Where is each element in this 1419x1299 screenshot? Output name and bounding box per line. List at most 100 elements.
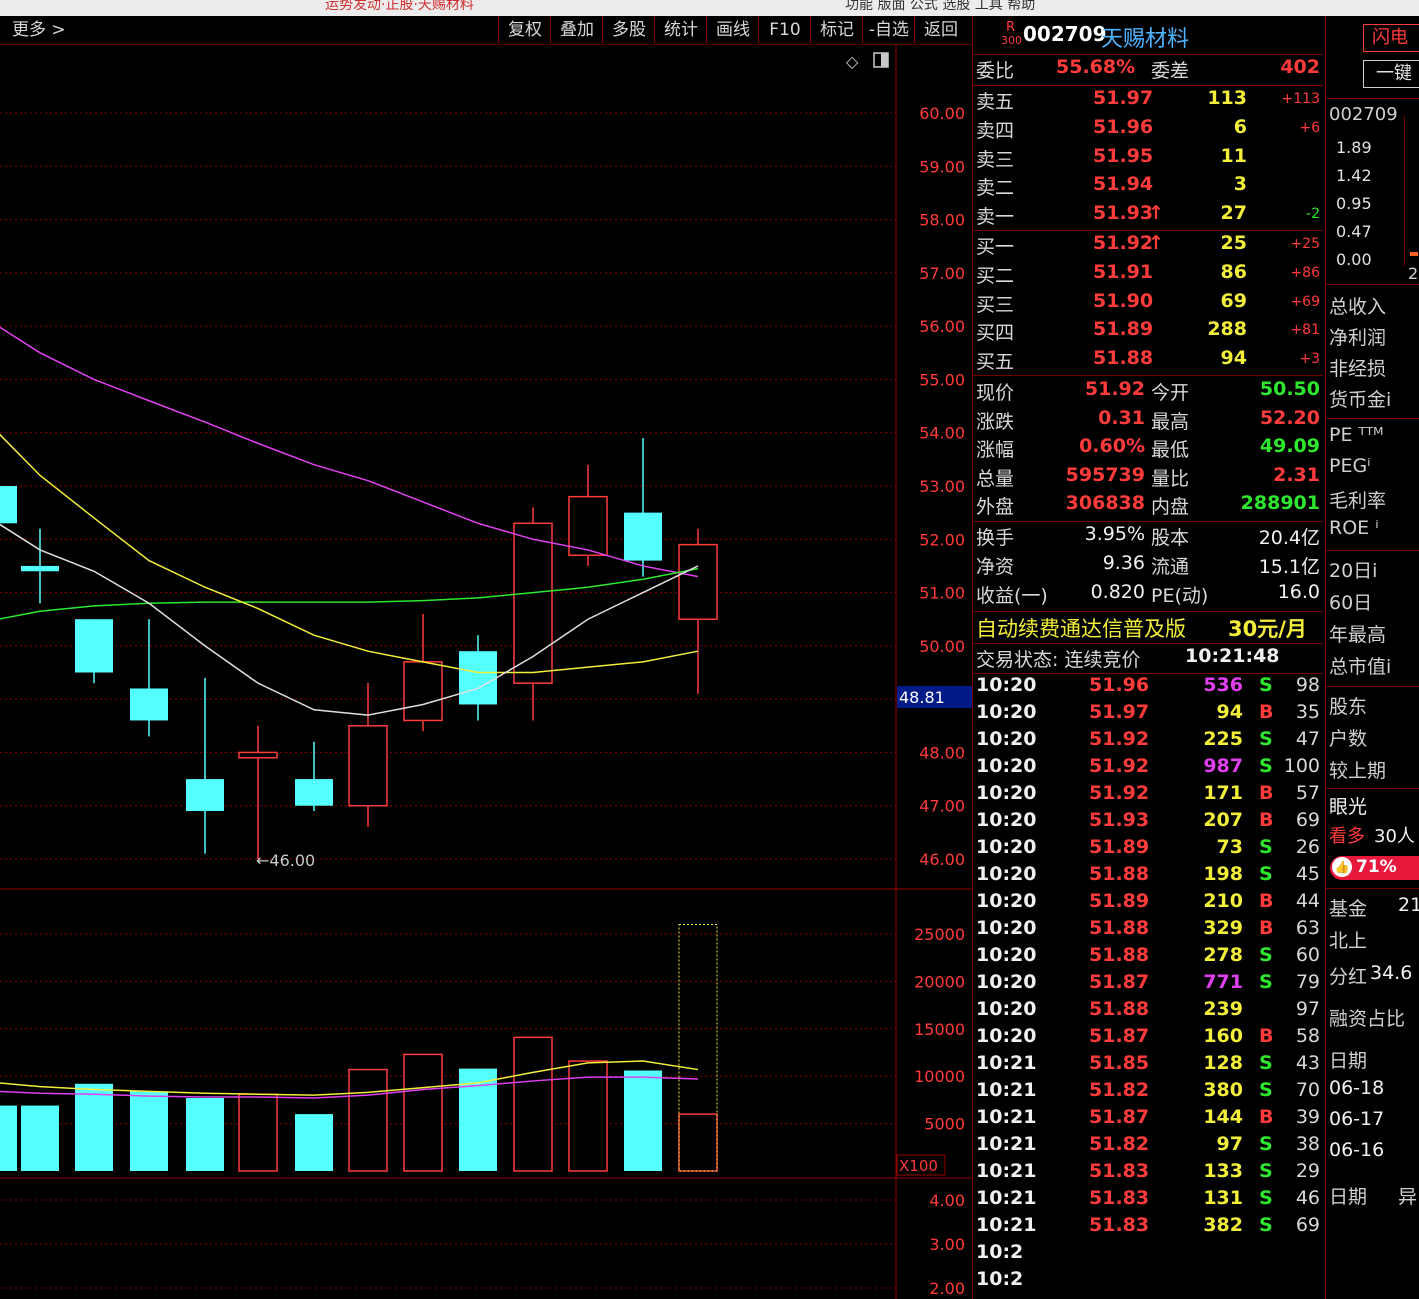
tick-row[interactable]: 10:20 51.87 771 S 79 bbox=[973, 971, 1323, 999]
ask-volume: 27 bbox=[1220, 202, 1247, 225]
more-button[interactable]: 更多 > bbox=[0, 16, 82, 44]
ask-price: 51.93 bbox=[1093, 202, 1154, 225]
diamond-icon[interactable]: ◇ bbox=[846, 52, 859, 71]
tick-count: 39 bbox=[1295, 1106, 1320, 1128]
period-label-3: 总市值i bbox=[1329, 656, 1392, 678]
date-header-2: 日期 bbox=[1329, 1186, 1368, 1208]
tick-price: 51.88 bbox=[1089, 998, 1150, 1020]
tick-row[interactable]: 10:21 51.83 131 S 46 bbox=[973, 1187, 1323, 1215]
tick-row[interactable]: 10:21 51.83 133 S 29 bbox=[973, 1160, 1323, 1188]
layout-icon-half bbox=[881, 53, 888, 67]
tick-volume: 207 bbox=[1203, 809, 1243, 831]
toolbar-button-5[interactable]: F10 bbox=[758, 16, 811, 44]
tick-row[interactable]: 10:20 51.93 207 B 69 bbox=[973, 809, 1323, 837]
promo-text[interactable]: 自动续费通达信普及版 bbox=[976, 613, 1186, 643]
promo-price[interactable]: 30元/月 bbox=[1228, 613, 1307, 643]
volume-bar bbox=[624, 1070, 662, 1171]
bid-row[interactable]: 买四 51.89 288 +81 bbox=[973, 318, 1323, 346]
bid-volume: 86 bbox=[1220, 260, 1247, 283]
toolbar-button-8[interactable]: 返回 bbox=[914, 16, 967, 44]
ask-volume: 113 bbox=[1207, 87, 1247, 109]
fin-label-0: 总收入 bbox=[1329, 296, 1387, 318]
stat-value: 0.820 bbox=[1090, 581, 1145, 603]
price-axis-tick: 51.00 bbox=[919, 584, 965, 603]
ask-row[interactable]: 卖一 51.93 ↑ 27 -2 bbox=[973, 202, 1323, 230]
tick-row[interactable]: 10:2 bbox=[973, 1268, 1323, 1296]
tick-row[interactable]: 10:21 51.82 97 S 38 bbox=[973, 1133, 1323, 1161]
price-axis-tick: 54.00 bbox=[919, 424, 965, 443]
tick-row[interactable]: 10:20 51.96 536 S 98 bbox=[973, 674, 1323, 702]
tick-row[interactable]: 10:20 51.89 73 S 26 bbox=[973, 836, 1323, 864]
tick-row[interactable]: 10:21 51.87 144 B 39 bbox=[973, 1106, 1323, 1134]
tick-row[interactable]: 10:20 51.92 171 B 57 bbox=[973, 782, 1323, 810]
tick-volume: 160 bbox=[1203, 1025, 1243, 1047]
tick-time: 10:20 bbox=[976, 971, 1037, 993]
side-info-panel: 闪电 一键 002709 1.89 1.42 0.95 0.47 0.00 2 总收入 净利润… bbox=[1325, 16, 1419, 1299]
tick-row[interactable]: 10:20 51.92 987 S 100 bbox=[973, 755, 1323, 783]
ask-row[interactable]: 卖四 51.96 6 +6 bbox=[973, 116, 1323, 144]
tick-side: B bbox=[1259, 1025, 1274, 1047]
bid-row[interactable]: 买二 51.91 86 +86 bbox=[973, 261, 1323, 289]
toolbar-button-3[interactable]: 统计 bbox=[654, 16, 707, 44]
toolbar-button-2[interactable]: 多股 bbox=[602, 16, 655, 44]
tick-row[interactable]: 10:20 51.92 225 S 47 bbox=[973, 728, 1323, 756]
one-key-button[interactable]: 一键 bbox=[1363, 60, 1419, 88]
toolbar-button-1[interactable]: 叠加 bbox=[550, 16, 603, 44]
toolbar-button-0[interactable]: 复权 bbox=[498, 16, 551, 44]
kline-chart-area[interactable]: 60.00 59.00 58.00 57.00 56.00 55.00 54.00 53.00… bbox=[0, 45, 972, 1299]
toolbar-button-7[interactable]: -自选 bbox=[862, 16, 915, 44]
tick-side: S bbox=[1259, 944, 1273, 966]
stock-name[interactable]: 天赐材料 bbox=[1101, 21, 1189, 53]
flash-button[interactable]: 闪电 bbox=[1363, 24, 1419, 52]
tick-row[interactable]: 10:20 51.88 329 B 63 bbox=[973, 917, 1323, 945]
stat-label: 总量 bbox=[976, 467, 1015, 490]
ask-price: 51.95 bbox=[1093, 144, 1154, 167]
margin-label[interactable]: 融资占比 bbox=[1329, 1004, 1405, 1031]
tick-count: 97 bbox=[1295, 998, 1320, 1020]
tick-side: S bbox=[1259, 1052, 1273, 1074]
tick-row[interactable]: 10:20 51.88 198 S 45 bbox=[973, 863, 1323, 891]
tick-price: 51.96 bbox=[1089, 674, 1150, 696]
tick-row[interactable]: 10:20 51.89 210 B 44 bbox=[973, 890, 1323, 918]
tick-list[interactable]: 10:20 51.96 536 S 98 10:20 51.97 94 B 35 10:20 51.9… bbox=[973, 674, 1323, 1299]
bid-volume: 288 bbox=[1207, 318, 1247, 341]
toolbar-button-6[interactable]: 标记 bbox=[810, 16, 863, 44]
price-axis-tick: 52.00 bbox=[919, 530, 965, 549]
tick-volume: 536 bbox=[1203, 674, 1243, 696]
tick-row[interactable]: 10:20 51.88 239 97 bbox=[973, 998, 1323, 1026]
mini-axis-tick: 1.42 bbox=[1336, 166, 1372, 185]
tick-row[interactable]: 10:21 51.82 380 S 70 bbox=[973, 1079, 1323, 1107]
indicator-axis-tick: 4.00 bbox=[929, 1191, 965, 1210]
bid-row[interactable]: 买三 51.90 69 +69 bbox=[973, 290, 1323, 318]
tick-volume: 94 bbox=[1216, 701, 1243, 723]
ask-row[interactable]: 卖五 51.97 113 +113 bbox=[973, 87, 1323, 115]
ask-change: +6 bbox=[1299, 119, 1320, 136]
ask-row[interactable]: 卖二 51.94 3 bbox=[973, 173, 1323, 201]
ask-row[interactable]: 卖三 51.95 11 bbox=[973, 145, 1323, 173]
toolbar-button-4[interactable]: 画线 bbox=[706, 16, 759, 44]
tick-row[interactable]: 10:21 51.85 128 S 43 bbox=[973, 1052, 1323, 1080]
kline-chart-svg[interactable]: 60.00 59.00 58.00 57.00 56.00 55.00 54.00 53.00… bbox=[0, 45, 972, 1299]
tick-volume: 133 bbox=[1203, 1160, 1243, 1182]
tick-row[interactable]: 10:20 51.88 278 S 60 bbox=[973, 944, 1323, 972]
promo-row[interactable]: 自动续费通达信普及版 30元/月 bbox=[973, 613, 1323, 643]
stat-label: 量比 bbox=[1151, 467, 1190, 490]
stat-label: 内盘 bbox=[1151, 496, 1190, 519]
tick-row[interactable]: 10:20 51.97 94 B 35 bbox=[973, 701, 1323, 729]
tick-price: 51.88 bbox=[1089, 863, 1150, 885]
stat-value: 15.1亿 bbox=[1258, 556, 1320, 578]
candle-body bbox=[459, 651, 497, 705]
tick-row[interactable]: 10:20 51.87 160 B 58 bbox=[973, 1025, 1323, 1053]
stat-value: 20.4亿 bbox=[1258, 527, 1320, 549]
bull-percent-bar[interactable]: 👍 71% bbox=[1330, 856, 1419, 880]
tick-row[interactable]: 10:21 51.83 382 S 69 bbox=[973, 1214, 1323, 1242]
tick-row[interactable]: 10:2 bbox=[973, 1241, 1323, 1269]
bid-volume: 94 bbox=[1220, 347, 1247, 370]
top-strip-menu[interactable]: 功能 版面 公式 选股 工具 帮助 bbox=[845, 0, 1035, 14]
bid-row[interactable]: 买一 51.92 ↑ 25 +25 bbox=[973, 232, 1323, 260]
tick-time: 10:20 bbox=[976, 863, 1037, 885]
mini-axis-tick: 0.47 bbox=[1336, 222, 1372, 241]
bid-row[interactable]: 买五 51.88 94 +3 bbox=[973, 347, 1323, 375]
stat-row: 净资 9.36 流通 15.1亿 bbox=[973, 552, 1323, 580]
price-axis-tick: 58.00 bbox=[919, 211, 965, 230]
